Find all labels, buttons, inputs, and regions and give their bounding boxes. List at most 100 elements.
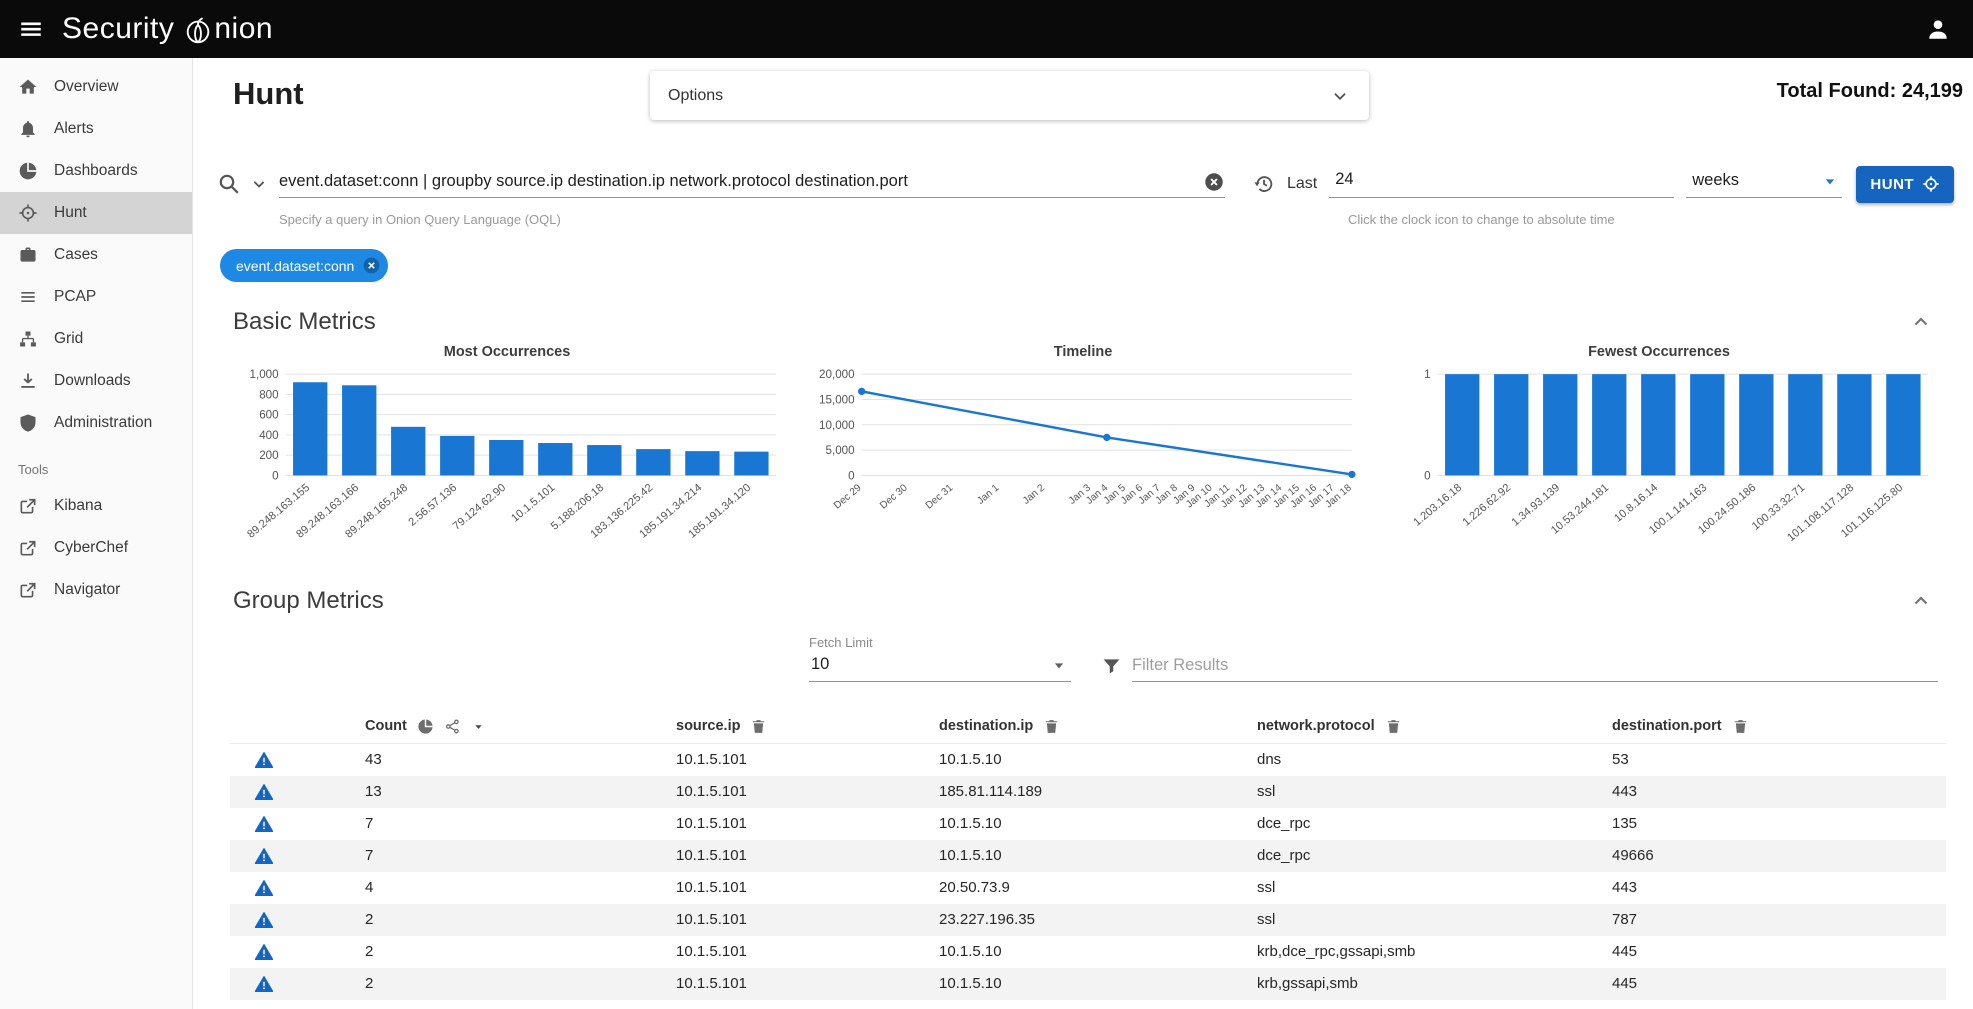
pie-chart-icon[interactable] bbox=[417, 718, 434, 735]
cell-destination-ip: 10.1.5.10 bbox=[904, 975, 1222, 992]
sidebar-item-cases[interactable]: Cases bbox=[0, 234, 192, 276]
search-icon[interactable] bbox=[217, 172, 241, 196]
chip-close-icon[interactable] bbox=[362, 256, 381, 275]
logo-text-right: nion bbox=[214, 12, 273, 46]
delete-column-icon[interactable] bbox=[750, 718, 767, 735]
table-row[interactable]: 210.1.5.10110.1.5.10krb,gssapi,smb445 bbox=[230, 968, 1946, 1000]
delete-column-icon[interactable] bbox=[1043, 718, 1060, 735]
time-value-input[interactable] bbox=[1329, 170, 1674, 198]
table-row[interactable]: 410.1.5.10120.50.73.9ssl443 bbox=[230, 872, 1946, 904]
column-header-count[interactable]: Count bbox=[330, 718, 641, 735]
warning-icon[interactable] bbox=[254, 846, 274, 866]
cell-network-protocol: ssl bbox=[1222, 783, 1577, 800]
most-occurrences-plot: 02004006008001,00089.248.163.15589.248.1… bbox=[231, 362, 783, 577]
svg-text:15,000: 15,000 bbox=[819, 394, 855, 407]
delete-column-icon[interactable] bbox=[1732, 718, 1749, 735]
warning-icon[interactable] bbox=[254, 910, 274, 930]
filter-results-input[interactable] bbox=[1132, 650, 1938, 682]
group-option-icon[interactable] bbox=[444, 718, 461, 735]
list-icon bbox=[18, 287, 38, 307]
cell-destination-port: 445 bbox=[1577, 943, 1946, 960]
table-row[interactable]: 710.1.5.10110.1.5.10dce_rpc49666 bbox=[230, 840, 1946, 872]
warning-icon[interactable] bbox=[254, 750, 274, 770]
clear-query-icon[interactable] bbox=[1203, 171, 1225, 193]
cell-count: 2 bbox=[330, 911, 641, 928]
cell-destination-port: 135 bbox=[1577, 815, 1946, 832]
menu-icon[interactable] bbox=[0, 0, 62, 58]
total-found-value: 24,199 bbox=[1902, 80, 1963, 102]
column-header-destination-ip[interactable]: destination.ip bbox=[904, 718, 1222, 735]
results-table: Count source.ip destination.ip network.prot… bbox=[230, 710, 1946, 1000]
options-select[interactable]: Options bbox=[650, 71, 1369, 120]
table-row[interactable]: 4310.1.5.10110.1.5.10dns53 bbox=[230, 744, 1946, 776]
column-label: source.ip bbox=[676, 718, 740, 734]
sidebar-tool-kibana[interactable]: Kibana bbox=[0, 485, 192, 527]
warning-icon[interactable] bbox=[254, 878, 274, 898]
sidebar-item-grid[interactable]: Grid bbox=[0, 318, 192, 360]
sidebar-item-label: Downloads bbox=[54, 372, 131, 390]
sidebar-item-dashboards[interactable]: Dashboards bbox=[0, 150, 192, 192]
column-label: destination.ip bbox=[939, 718, 1033, 734]
warning-icon[interactable] bbox=[254, 942, 274, 962]
row-flag-cell bbox=[230, 974, 330, 994]
cell-destination-ip: 10.1.5.10 bbox=[904, 751, 1222, 768]
hunt-button[interactable]: HUNT bbox=[1856, 166, 1954, 203]
sidebar-tool-navigator[interactable]: Navigator bbox=[0, 569, 192, 611]
fewest-occurrences-plot: 011.203.16.181.226.62.921.34.93.13910.53… bbox=[1383, 362, 1935, 577]
sidebar-tool-cyberchef[interactable]: CyberChef bbox=[0, 527, 192, 569]
group-metrics-controls: Fetch Limit 10 bbox=[809, 635, 1938, 682]
fetch-limit-select[interactable]: Fetch Limit 10 bbox=[809, 635, 1071, 682]
sidebar-item-pcap[interactable]: PCAP bbox=[0, 276, 192, 318]
external-link-icon bbox=[18, 580, 38, 600]
query-input[interactable] bbox=[279, 172, 1203, 191]
warning-icon[interactable] bbox=[254, 782, 274, 802]
fetch-limit-caret-icon bbox=[1049, 655, 1069, 675]
query-type-icon[interactable] bbox=[249, 174, 269, 194]
user-icon[interactable] bbox=[1925, 16, 1951, 42]
sidebar: OverviewAlertsDashboardsHuntCasesPCAPGri… bbox=[0, 58, 193, 1009]
cell-network-protocol: krb,dce_rpc,gssapi,smb bbox=[1222, 943, 1577, 960]
sidebar-item-administration[interactable]: Administration bbox=[0, 402, 192, 444]
cell-destination-port: 49666 bbox=[1577, 847, 1946, 864]
crosshair-icon bbox=[18, 203, 38, 223]
warning-icon[interactable] bbox=[254, 974, 274, 994]
history-icon[interactable] bbox=[1253, 173, 1275, 195]
caret-down-icon[interactable] bbox=[471, 719, 486, 734]
svg-text:0: 0 bbox=[848, 469, 855, 482]
table-row[interactable]: 1310.1.5.101185.81.114.189ssl443 bbox=[230, 776, 1946, 808]
table-row[interactable]: 710.1.5.10110.1.5.10dce_rpc135 bbox=[230, 808, 1946, 840]
external-link-icon bbox=[18, 496, 38, 516]
time-unit-value: weeks bbox=[1692, 171, 1739, 190]
column-header-source-ip[interactable]: source.ip bbox=[641, 718, 904, 735]
fewest-occurrences-chart: Fewest Occurrences 011.203.16.181.226.62… bbox=[1383, 344, 1935, 577]
delete-column-icon[interactable] bbox=[1385, 718, 1402, 735]
row-flag-cell bbox=[230, 942, 330, 962]
warning-icon[interactable] bbox=[254, 814, 274, 834]
time-unit-select[interactable]: weeks bbox=[1686, 171, 1842, 198]
cell-destination-port: 787 bbox=[1577, 911, 1946, 928]
external-link-icon bbox=[18, 538, 38, 558]
sidebar-item-downloads[interactable]: Downloads bbox=[0, 360, 192, 402]
sidebar-item-overview[interactable]: Overview bbox=[0, 66, 192, 108]
row-flag-cell bbox=[230, 814, 330, 834]
sidebar-item-hunt[interactable]: Hunt bbox=[0, 192, 192, 234]
cell-count: 2 bbox=[330, 943, 641, 960]
sidebar-tools: KibanaCyberChefNavigator bbox=[0, 485, 192, 611]
query-area: Specify a query in Onion Query Language … bbox=[193, 162, 1973, 227]
table-row[interactable]: 210.1.5.10123.227.196.35ssl787 bbox=[230, 904, 1946, 936]
collapse-basic-metrics-icon[interactable] bbox=[1909, 310, 1933, 334]
collapse-group-metrics-icon[interactable] bbox=[1909, 589, 1933, 613]
topbar: Security nion bbox=[0, 0, 1973, 58]
column-header-destination-port[interactable]: destination.port bbox=[1577, 718, 1946, 735]
filter-chip[interactable]: event.dataset:conn bbox=[220, 249, 388, 282]
sidebar-item-alerts[interactable]: Alerts bbox=[0, 108, 192, 150]
table-row[interactable]: 210.1.5.10110.1.5.10krb,dce_rpc,gssapi,s… bbox=[230, 936, 1946, 968]
fetch-limit-value: 10 bbox=[811, 655, 829, 674]
fetch-limit-label: Fetch Limit bbox=[809, 635, 1071, 650]
column-header-network-protocol[interactable]: network.protocol bbox=[1222, 718, 1577, 735]
group-metrics-title: Group Metrics bbox=[233, 587, 384, 615]
basic-metrics-title: Basic Metrics bbox=[233, 308, 376, 336]
svg-text:1.226.62.92: 1.226.62.92 bbox=[1460, 482, 1513, 529]
cell-count: 13 bbox=[330, 783, 641, 800]
cell-source-ip: 10.1.5.101 bbox=[641, 943, 904, 960]
